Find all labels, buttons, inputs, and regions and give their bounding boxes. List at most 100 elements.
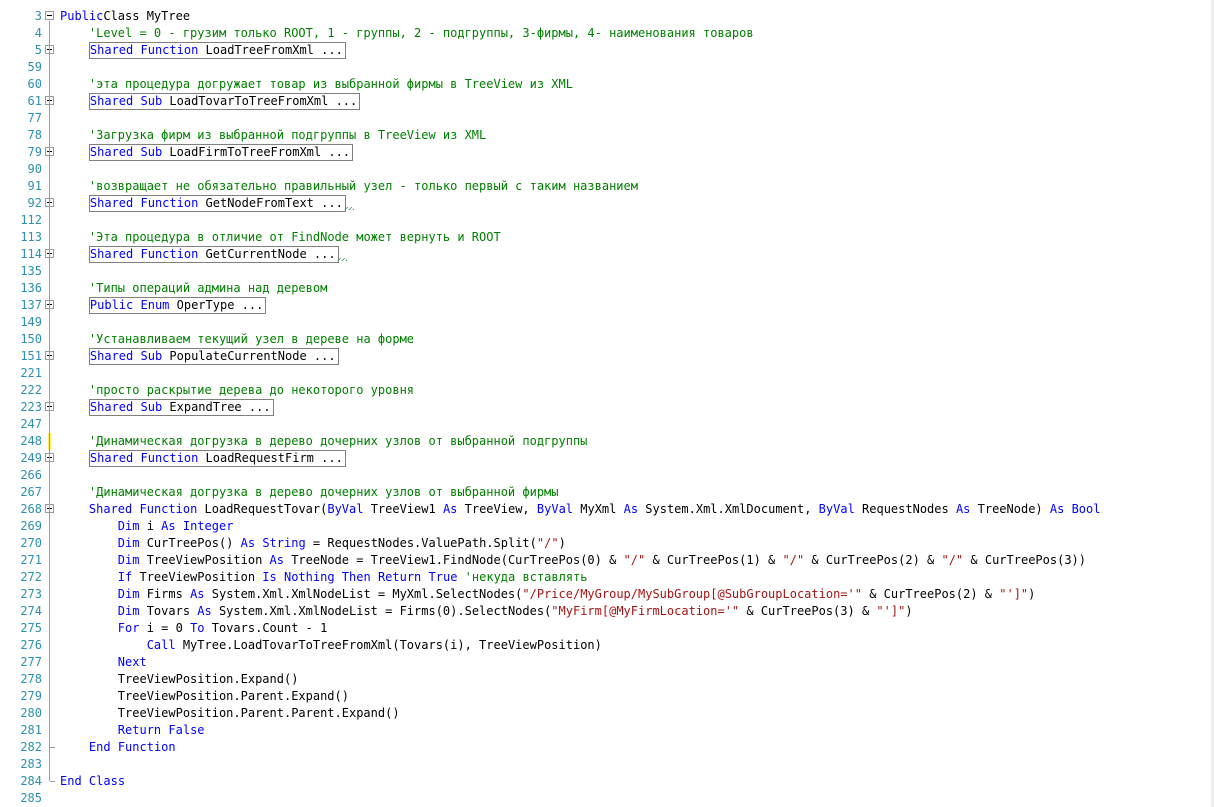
comment-token: 'Загрузка фирм из выбранной подгруппы в … [88,128,487,142]
line-number: 273 [20,587,42,601]
keyword-token: As [190,587,205,601]
code-line[interactable]: 247 [0,416,1214,433]
collapsed-region-box[interactable]: Shared Function GetNodeFromText ... [88,195,346,212]
line-number: 274 [20,604,42,618]
code-line[interactable]: 149 [0,314,1214,331]
code-line[interactable]: 91 'возвращает не обязательно правильный… [0,178,1214,195]
code-line[interactable]: 276 Call MyTree.LoadTovarToTreeFromXml(T… [0,637,1214,654]
collapsed-region-box[interactable]: Shared Sub LoadFirmToTreeFromXml ... [88,144,354,161]
code-line[interactable]: 3 PublicClass MyTree [0,8,1214,25]
code-line[interactable]: 271 Dim TreeViewPosition As TreeNode = T… [0,552,1214,569]
code-text: If TreeViewPosition Is Nothing Then Retu… [60,569,588,586]
code-line[interactable]: 223 Shared Sub ExpandTree ... [0,399,1214,416]
code-line[interactable]: 277 Next [0,654,1214,671]
code-line[interactable]: 4 'Level = 0 - грузим только ROOT, 1 - г… [0,25,1214,42]
code-text: TreeViewPosition.Parent.Parent.Expand() [60,705,400,722]
code-line[interactable]: 61 Shared Sub LoadTovarToTreeFromXml ... [0,93,1214,110]
string-token: "/" [941,553,964,567]
code-line[interactable]: 273 Dim Firms As System.Xml.XmlNodeList … [0,586,1214,603]
code-line[interactable]: 283 [0,756,1214,773]
code-line[interactable]: 269 Dim i As Integer [0,518,1214,535]
code-line[interactable]: 274 Dim Tovars As System.Xml.XmlNodeList… [0,603,1214,620]
collapsed-region-box[interactable]: Shared Function LoadTreeFromXml ... [88,42,346,59]
code-line[interactable]: 267 'Динамическая догрузка в дерево доче… [0,484,1214,501]
line-number: 135 [20,264,42,278]
code-editor[interactable]: 3 PublicClass MyTree 4 'Level = 0 - грузим… [0,0,1214,807]
line-number: 114 [20,247,42,261]
code-line[interactable]: 5 Shared Function LoadTreeFromXml ... [0,42,1214,59]
keyword-token: ByVal [818,502,855,516]
code-line[interactable]: 136 'Типы операций админа над деревом [0,280,1214,297]
keyword-token: Shared [89,43,134,57]
keyword-token: Call [146,638,176,652]
code-line[interactable]: 135 [0,263,1214,280]
collapse-region-icon[interactable] [45,11,54,20]
code-line[interactable]: 151 Shared Sub PopulateCurrentNode ... [0,348,1214,365]
code-line[interactable]: 272 If TreeViewPosition Is Nothing Then … [0,569,1214,586]
code-line[interactable]: 280 TreeViewPosition.Parent.Parent.Expan… [0,705,1214,722]
code-line[interactable]: 90 [0,161,1214,178]
code-line[interactable]: 270 Dim CurTreePos() As String = Request… [0,535,1214,552]
keyword-token: To [190,621,205,635]
line-number: 275 [20,621,42,635]
code-line[interactable]: 137 Public Enum OperType ... [0,297,1214,314]
code-line[interactable]: 248 'Динамическая догрузка в дерево доче… [0,433,1214,450]
line-number: 278 [20,672,42,686]
collapsed-region-box[interactable]: Shared Sub PopulateCurrentNode ... [88,348,339,365]
code-line[interactable]: 268 Shared Function LoadRequestTovar(ByV… [0,501,1214,518]
code-line[interactable]: 281 Return False [0,722,1214,739]
code-line[interactable]: 279 TreeViewPosition.Parent.Expand() [0,688,1214,705]
code-line[interactable]: 60 'эта процедура догружает товар из выб… [0,76,1214,93]
code-text: For i = 0 To Tovars.Count - 1 [60,620,328,637]
line-number: 79 [27,145,42,159]
keyword-token: Dim [117,553,140,567]
code-line[interactable]: 114 Shared Function GetCurrentNode ... [0,246,1214,263]
collapsed-region-box[interactable]: Public Enum OperType ... [88,297,267,314]
keyword-token: ByVal [327,502,364,516]
code-line[interactable]: 221 [0,365,1214,382]
line-number: 3 [34,9,42,23]
code-line[interactable]: 249 Shared Function LoadRequestFirm ... [0,450,1214,467]
code-token: i [139,519,162,533]
code-line[interactable]: 285 [0,790,1214,807]
collapsed-region-box[interactable]: Shared Function LoadRequestFirm ... [88,450,346,467]
code-token: TreeViewPosition [139,553,270,567]
code-line[interactable]: 92 Shared Function GetNodeFromText ... [0,195,1214,212]
collapsed-region-box[interactable]: Shared Sub ExpandTree ... [88,399,274,416]
code-line[interactable]: 112 [0,212,1214,229]
code-line[interactable]: 77 [0,110,1214,127]
code-line[interactable]: 113 'Эта процедура в отличие от FindNode… [0,229,1214,246]
keyword-token: Function [140,451,199,465]
line-number: 268 [20,502,42,516]
code-line[interactable]: 59 [0,59,1214,76]
code-line[interactable]: 284 End Class [0,773,1214,790]
collapsed-region-box[interactable]: Shared Sub LoadTovarToTreeFromXml ... [88,93,361,110]
collapsed-region-box[interactable]: Shared Function GetCurrentNode ... [88,246,339,263]
code-text: Shared Sub PopulateCurrentNode ... [60,348,339,365]
code-line[interactable]: 78 'Загрузка фирм из выбранной подгруппы… [0,127,1214,144]
code-line[interactable]: 266 [0,467,1214,484]
keyword-token: End [60,774,82,788]
code-line[interactable]: 282 End Function [0,739,1214,756]
code-token: LoadRequestTovar( [197,502,328,516]
code-line[interactable]: 79 Shared Sub LoadFirmToTreeFromXml ... [0,144,1214,161]
code-line[interactable]: 275 For i = 0 To Tovars.Count - 1 [0,620,1214,637]
code-text: Public Enum OperType ... [60,297,267,314]
code-line[interactable]: 222 'просто раскрытие дерева до некоторо… [0,382,1214,399]
line-number: 282 [20,740,42,754]
string-token: "/" [782,553,805,567]
code-token: TreeViewPosition [132,570,263,584]
code-line[interactable]: 278 TreeViewPosition.Expand() [0,671,1214,688]
code-line[interactable]: 150 'Устанавливаем текущий узел в дереве… [0,331,1214,348]
